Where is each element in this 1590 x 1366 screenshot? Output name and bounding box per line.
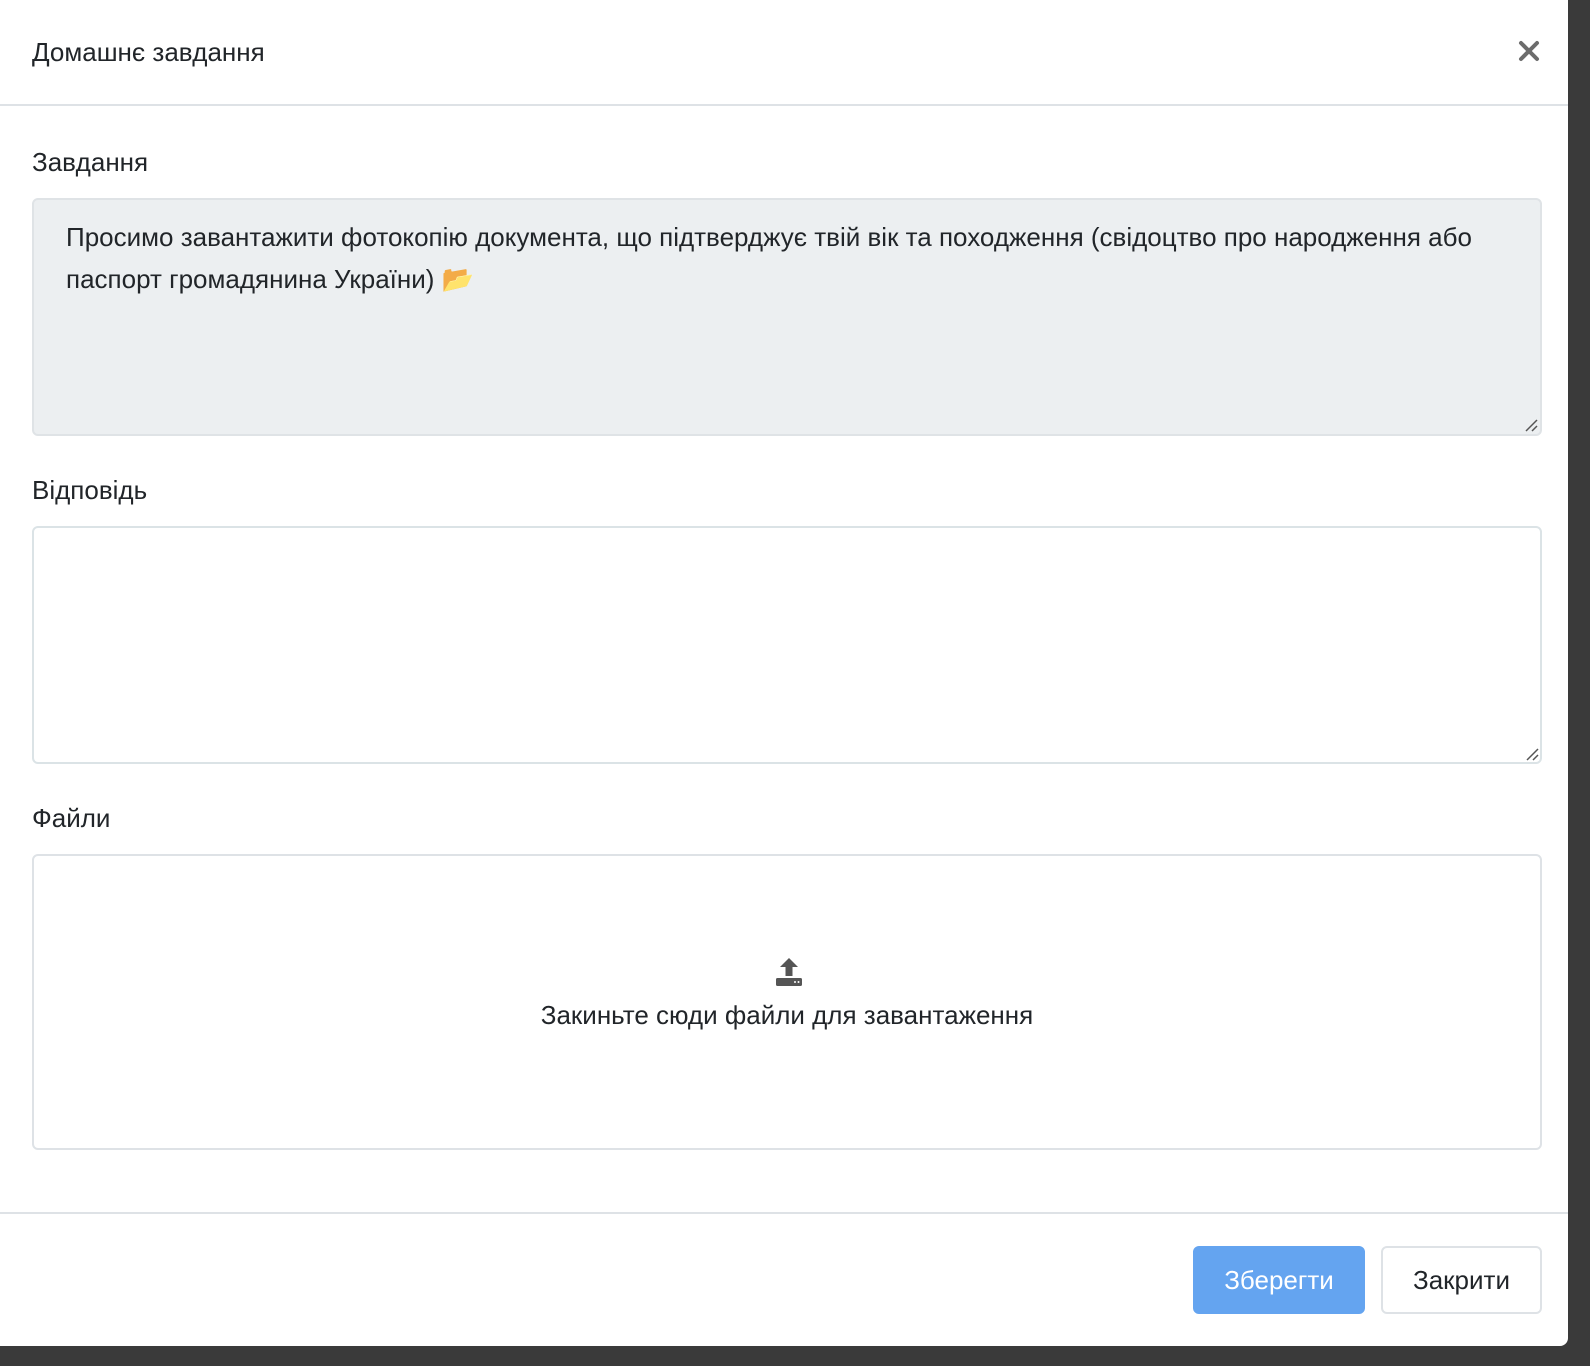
- modal-footer: Зберегти Закрити: [0, 1212, 1568, 1346]
- answer-textarea[interactable]: [32, 526, 1542, 764]
- files-label: Файли: [32, 803, 111, 833]
- close-icon[interactable]: [1512, 34, 1546, 68]
- task-text-area: Просимо завантажити фотокопію документа,…: [32, 198, 1542, 436]
- task-label: Завдання: [32, 147, 149, 177]
- upload-icon: [776, 958, 802, 986]
- resize-grip-icon[interactable]: [1522, 416, 1538, 432]
- folder-icon: 📂: [441, 264, 475, 294]
- save-button[interactable]: Зберегти: [1193, 1246, 1365, 1314]
- homework-modal: Домашнє завдання Завдання Просимо завант…: [0, 0, 1568, 1346]
- resize-grip-icon[interactable]: [1523, 745, 1539, 761]
- file-dropzone[interactable]: Закиньте сюди файли для завантаження: [32, 854, 1542, 1150]
- answer-label: Відповідь: [32, 475, 148, 505]
- dropzone-text: Закиньте сюди файли для завантаження: [540, 1000, 1034, 1030]
- task-text: Просимо завантажити фотокопію документа,…: [66, 222, 1472, 294]
- modal-title: Домашнє завдання: [32, 37, 265, 67]
- close-button[interactable]: Закрити: [1381, 1246, 1542, 1314]
- modal-header: Домашнє завдання: [0, 0, 1568, 106]
